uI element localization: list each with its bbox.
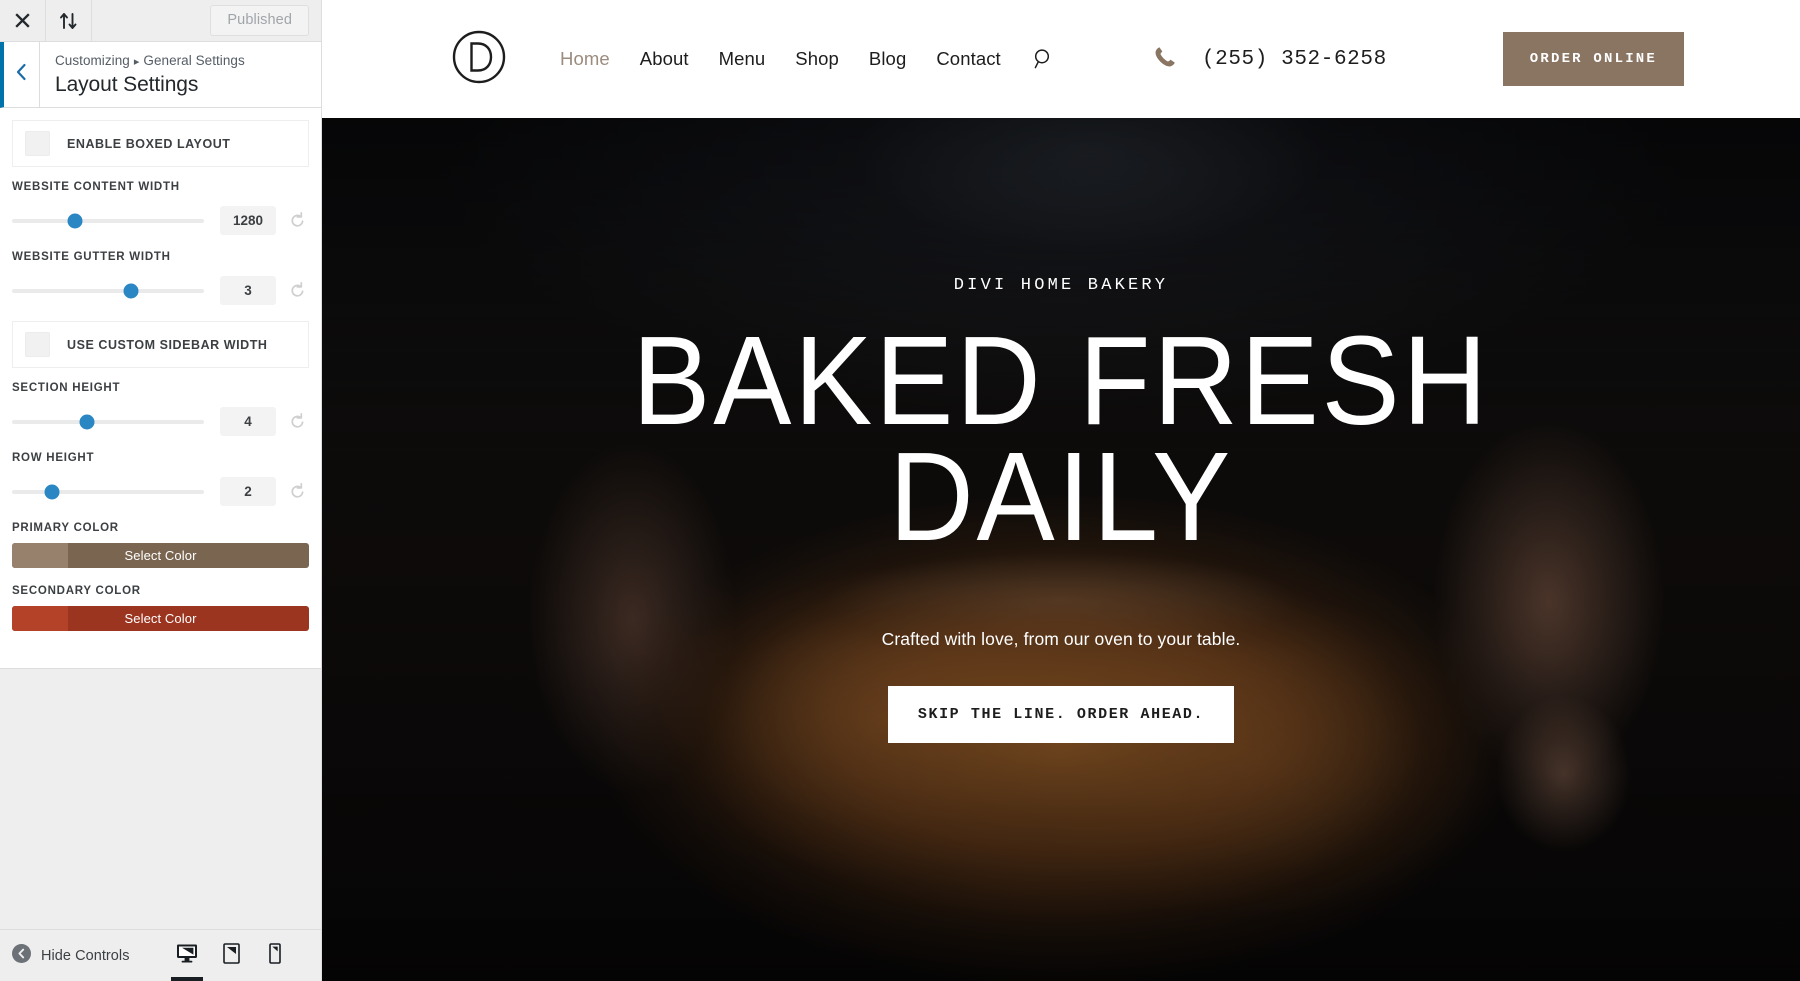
hero-subtitle: Crafted with love, from our oven to your… [881,628,1241,649]
customizer-panel-header: Customizing ▸ General Settings Layout Sett… [0,42,321,108]
secondary-color-label: SECONDARY COLOR [12,585,141,597]
customizer-controls-body: ENABLE BOXED LAYOUT WEBSITE CONTENT WIDT… [0,108,321,929]
secondary-color-select-button[interactable]: Select Color [12,606,309,631]
website-content-width-label: WEBSITE CONTENT WIDTH [12,181,180,193]
close-icon [14,12,31,29]
chevron-left-icon [15,63,28,86]
row-height-label: ROW HEIGHT [12,452,95,464]
website-gutter-width-row: 3 [12,276,309,305]
row-height-control: ROW HEIGHT 2 [12,452,309,506]
header-right-group: (255) 352-6258 ORDER ONLINE [1152,32,1684,86]
nav-item-about[interactable]: About [640,48,689,70]
website-content-width-row: 1280 [12,206,309,235]
nav-item-menu[interactable]: Menu [719,48,766,70]
wordpress-customizer-panel: Published Customizing ▸ General Settings L… [0,0,322,981]
nav-item-home[interactable]: Home [560,48,610,70]
divi-circle-logo [452,30,506,83]
reset-icon[interactable] [285,483,309,500]
primary-color-label: PRIMARY COLOR [12,522,119,534]
use-custom-sidebar-width-label: USE CUSTOM SIDEBAR WIDTH [67,337,268,352]
reset-icon[interactable] [285,212,309,229]
customizer-topbar: Published [0,0,321,42]
row-height-slider[interactable] [12,484,204,499]
site-preview-frame: Home About Menu Shop Blog Contact (255) … [322,0,1800,981]
sort-updown-icon [59,12,78,30]
section-height-row: 4 [12,407,309,436]
back-button[interactable] [4,42,40,107]
hide-controls-button[interactable]: Hide Controls [12,943,130,968]
checkbox-icon[interactable] [25,131,50,156]
section-height-label: SECTION HEIGHT [12,382,121,394]
primary-color-button-label: Select Color [124,548,197,563]
device-desktop-button[interactable] [165,930,209,981]
breadcrumb-parent[interactable]: General Settings [143,53,244,68]
panel-header-text: Customizing ▸ General Settings Layout Sett… [40,42,321,107]
primary-color-select-button[interactable]: Select Color [12,543,309,568]
order-online-button[interactable]: ORDER ONLINE [1502,32,1684,86]
secondary-color-control: SECONDARY COLOR Select Color [12,585,309,631]
breadcrumb-separator: ▸ [133,56,140,68]
hero-cta-button[interactable]: SKIP THE LINE. ORDER AHEAD. [887,685,1235,743]
primary-color-swatch [12,543,68,568]
section-height-slider[interactable] [12,414,204,429]
slider-thumb[interactable] [44,484,60,499]
phone-block[interactable]: (255) 352-6258 [1152,44,1387,75]
tablet-icon [222,942,240,969]
reset-icon[interactable] [285,282,309,299]
nav-item-contact[interactable]: Contact [936,48,1000,70]
row-height-row: 2 [12,477,309,506]
hero-section: DIVI HOME BAKERY BAKED FRESH DAILY Craft… [322,118,1800,981]
device-mobile-button[interactable] [253,930,297,981]
hero-title: BAKED FRESH DAILY [632,310,1490,567]
search-icon[interactable] [1033,48,1055,70]
website-content-width-value[interactable]: 1280 [220,206,276,235]
hide-controls-label: Hide Controls [41,947,130,964]
secondary-color-swatch [12,606,68,631]
website-content-width-slider[interactable] [12,213,204,228]
phone-number: (255) 352-6258 [1201,47,1387,71]
publish-button[interactable]: Published [210,5,309,36]
breadcrumb: Customizing ▸ General Settings [55,52,321,70]
use-custom-sidebar-width-toggle[interactable]: USE CUSTOM SIDEBAR WIDTH [12,321,309,368]
checkbox-icon[interactable] [25,332,50,357]
primary-color-control: PRIMARY COLOR Select Color [12,522,309,568]
website-gutter-width-slider[interactable] [12,283,204,298]
secondary-color-button-label: Select Color [124,611,197,626]
site-navigation: Home About Menu Shop Blog Contact [560,48,1055,70]
nav-item-shop[interactable]: Shop [795,48,839,70]
device-tablet-button[interactable] [209,930,253,981]
slider-thumb[interactable] [67,213,83,228]
phone-icon [1152,44,1178,75]
slider-thumb[interactable] [123,283,139,298]
breadcrumb-root[interactable]: Customizing [55,53,130,68]
close-customizer-button[interactable] [0,0,46,41]
hero-eyebrow: DIVI HOME BAKERY [953,276,1169,295]
desktop-icon [176,943,198,968]
website-gutter-width-value[interactable]: 3 [220,276,276,305]
section-height-value[interactable]: 4 [220,407,276,436]
page-title: Layout Settings [55,73,199,97]
collapse-sidebar-button[interactable] [46,0,92,41]
enable-boxed-layout-label: ENABLE BOXED LAYOUT [67,136,231,151]
device-preview-switcher [165,930,297,981]
customizer-screen: Published Customizing ▸ General Settings L… [0,0,1800,981]
mobile-icon [269,942,281,969]
website-gutter-width-label: WEBSITE GUTTER WIDTH [12,251,171,263]
customizer-footer: Hide Controls [0,929,321,981]
layout-settings-panel: ENABLE BOXED LAYOUT WEBSITE CONTENT WIDT… [0,108,321,669]
site-logo[interactable] [452,30,506,89]
hero-content: DIVI HOME BAKERY BAKED FRESH DAILY Craft… [322,118,1800,981]
section-height-control: SECTION HEIGHT 4 [12,382,309,436]
enable-boxed-layout-toggle[interactable]: ENABLE BOXED LAYOUT [12,120,309,167]
site-header: Home About Menu Shop Blog Contact (255) … [322,0,1800,118]
website-content-width-control: WEBSITE CONTENT WIDTH 1280 [12,181,309,235]
nav-item-blog[interactable]: Blog [869,48,906,70]
slider-thumb[interactable] [79,414,95,429]
chevron-left-circle-icon [12,943,31,968]
row-height-value[interactable]: 2 [220,477,276,506]
website-gutter-width-control: WEBSITE GUTTER WIDTH 3 [12,251,309,305]
reset-icon[interactable] [285,413,309,430]
